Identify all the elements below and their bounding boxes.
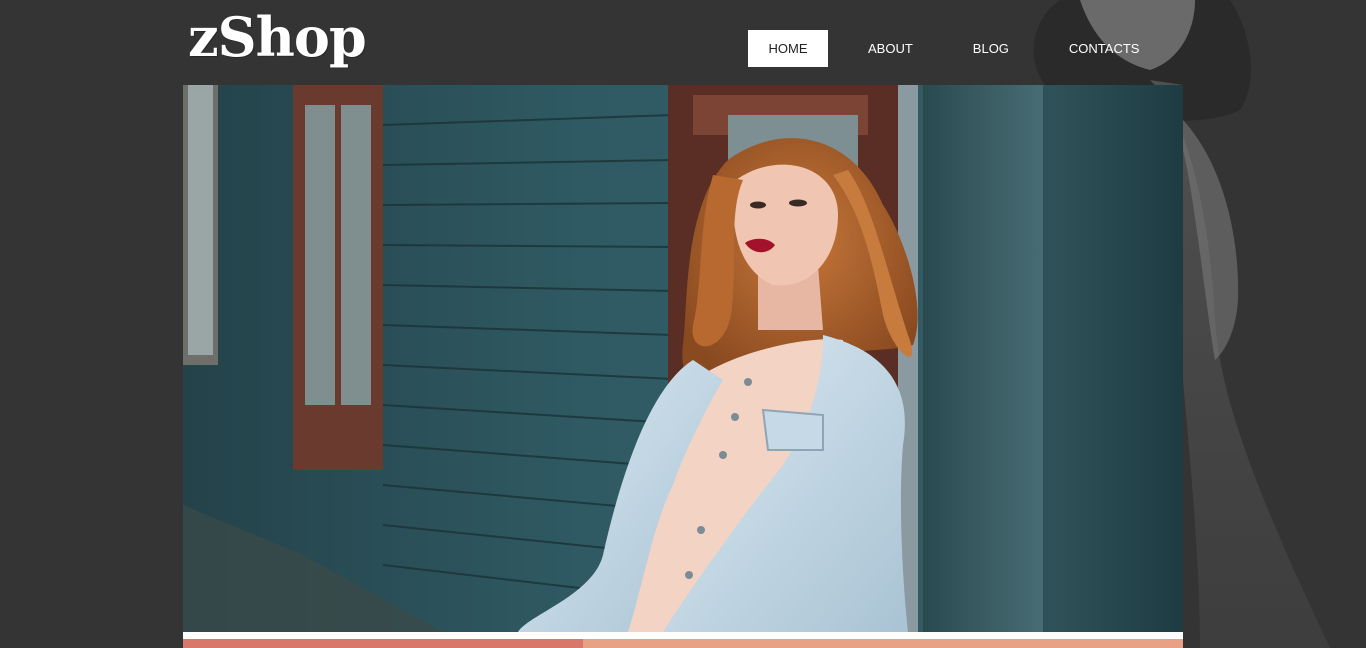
nav-item-contacts[interactable]: CONTACTS [1069, 30, 1140, 67]
site-logo[interactable]: zShop [188, 2, 367, 72]
page: zShop HOME ABOUT BLOG CONTACTS [0, 0, 1366, 648]
divider-strip [183, 632, 1183, 639]
nav-item-about[interactable]: ABOUT [868, 30, 913, 67]
promo-banner-left[interactable] [183, 639, 583, 648]
promo-banner-right[interactable] [583, 639, 1183, 648]
nav-item-blog[interactable]: BLOG [973, 30, 1009, 67]
main-nav: HOME ABOUT BLOG CONTACTS [748, 30, 1139, 67]
hero-banner-image [183, 85, 1183, 632]
nav-item-home[interactable]: HOME [748, 30, 828, 67]
